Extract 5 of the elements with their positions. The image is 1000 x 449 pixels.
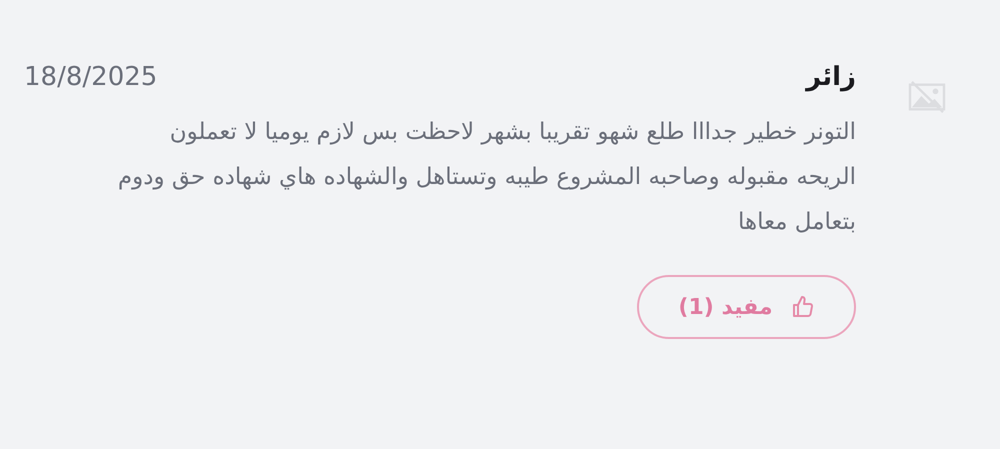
- review-date: 18/8/2025: [24, 62, 158, 92]
- review-text: التونر خطير جدااا طلع شهو تقريبا بشهر لاحظت بس لازم يوميا لا تعملون الريحه مقبوله وصاحبه المشروع طيبه وتستاهل والشهاده هاي شهاده حق ودوم بتعامل معاها: [116, 118, 856, 237]
- helpful-button[interactable]: مفيد (1): [637, 275, 856, 339]
- thumbs-up-icon: [790, 295, 815, 319]
- reviewer-name: زائر: [806, 62, 856, 92]
